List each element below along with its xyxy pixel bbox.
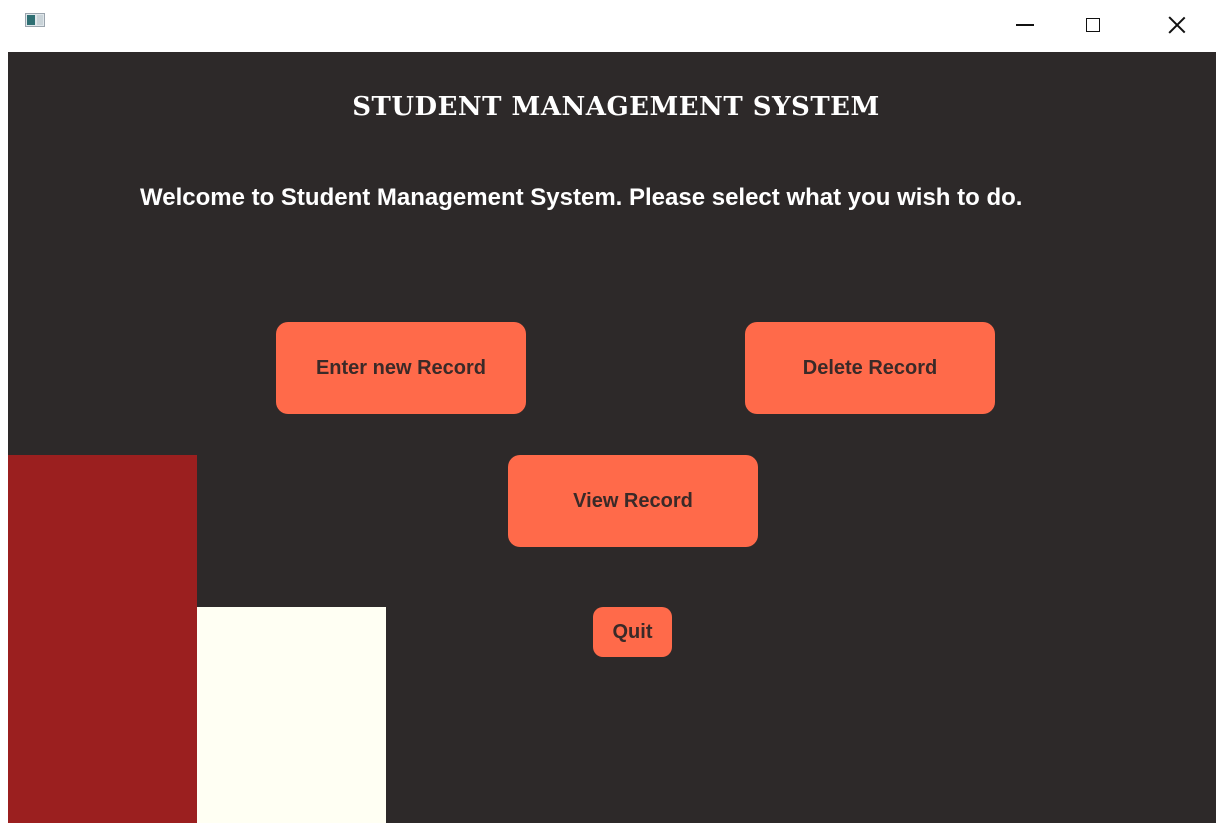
decorative-red-block: [8, 455, 197, 823]
quit-button[interactable]: Quit: [593, 607, 672, 657]
view-record-button[interactable]: View Record: [508, 455, 758, 547]
delete-record-button[interactable]: Delete Record: [745, 322, 995, 414]
title-bar[interactable]: [0, 0, 1216, 50]
main-panel: STUDENT MANAGEMENT SYSTEM Welcome to Stu…: [8, 52, 1216, 823]
close-button[interactable]: [1154, 0, 1200, 50]
enter-new-record-button[interactable]: Enter new Record: [276, 322, 526, 414]
minimize-icon: [1016, 24, 1034, 26]
decorative-cream-block: [197, 607, 386, 823]
minimize-button[interactable]: [1002, 0, 1048, 50]
app-icon[interactable]: [25, 13, 45, 27]
close-icon: [1168, 16, 1186, 34]
app-window: STUDENT MANAGEMENT SYSTEM Welcome to Stu…: [0, 0, 1216, 823]
maximize-icon: [1086, 18, 1100, 32]
welcome-message: Welcome to Student Management System. Pl…: [140, 184, 1023, 211]
maximize-button[interactable]: [1070, 0, 1116, 50]
page-title: STUDENT MANAGEMENT SYSTEM: [352, 92, 880, 122]
